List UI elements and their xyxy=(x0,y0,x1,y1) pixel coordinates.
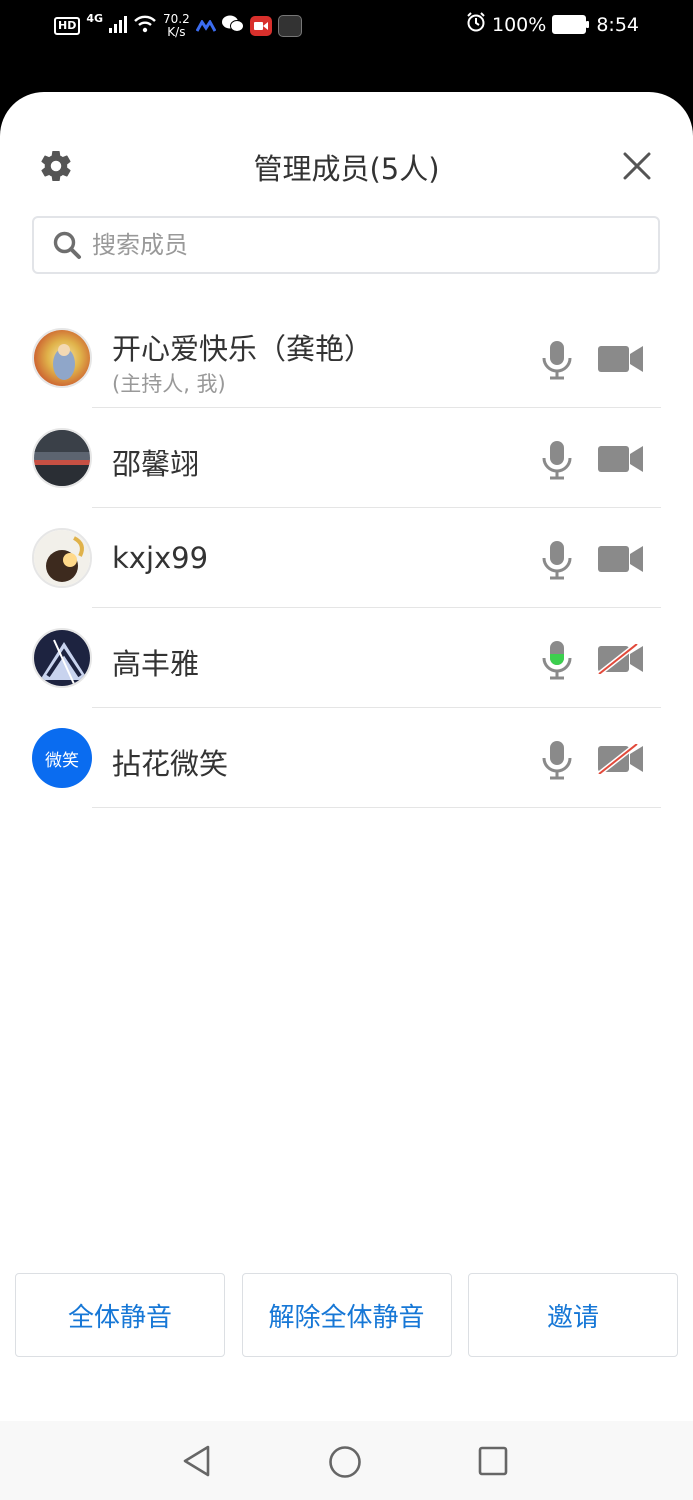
member-name: 开心爱快乐（龚艳） xyxy=(112,332,374,366)
camera-icon[interactable] xyxy=(597,544,645,574)
avatar xyxy=(32,428,92,488)
home-circle-icon[interactable] xyxy=(328,1445,362,1483)
member-name: 拈花微笑 xyxy=(112,747,229,781)
battery-percent: 100% xyxy=(492,13,547,36)
unmute-all-button[interactable]: 解除全体静音 xyxy=(241,1273,452,1357)
hd-badge: HD xyxy=(54,17,81,35)
status-left: HD 4G 70.2 K/s xyxy=(54,10,302,42)
member-name: 邵馨翊 xyxy=(112,447,200,481)
microphone-speaking-icon[interactable] xyxy=(540,640,574,680)
search-box[interactable] xyxy=(32,216,660,274)
member-row[interactable]: 微笑 拈花微笑 xyxy=(0,708,693,808)
row-divider xyxy=(92,807,661,808)
status-right: 100% 8:54 xyxy=(466,12,639,37)
member-row[interactable]: 高丰雅 xyxy=(0,608,693,708)
microphone-icon[interactable] xyxy=(540,440,574,480)
app-notification-icon xyxy=(195,15,217,37)
wechat-icon xyxy=(221,14,244,39)
microphone-icon[interactable] xyxy=(540,340,574,380)
member-row[interactable]: kxjx99 xyxy=(0,508,693,608)
back-triangle-icon[interactable] xyxy=(182,1445,212,1481)
dialog-title: 管理成员(5人) xyxy=(253,152,440,186)
camera-off-icon[interactable] xyxy=(597,742,645,776)
speed-value: 70.2 xyxy=(163,12,190,26)
close-icon[interactable] xyxy=(621,150,653,182)
manage-members-sheet: 管理成员(5人) 开心爱快乐（龚艳） (主持人, 我) xyxy=(0,92,693,1500)
microphone-icon[interactable] xyxy=(540,540,574,580)
recent-apps-square-icon[interactable] xyxy=(478,1446,508,1480)
member-role: (主持人, 我) xyxy=(112,372,226,396)
battery-icon xyxy=(552,15,590,34)
wifi-icon xyxy=(133,15,157,38)
camera-icon[interactable] xyxy=(597,444,645,474)
clock: 8:54 xyxy=(596,13,639,36)
network-type: 4G xyxy=(86,12,104,25)
avatar xyxy=(32,528,92,588)
camera-icon[interactable] xyxy=(597,344,645,374)
search-icon xyxy=(53,231,81,259)
avatar xyxy=(32,628,92,688)
signal-icon xyxy=(109,15,128,38)
avatar xyxy=(32,328,92,388)
member-list: 开心爱快乐（龚艳） (主持人, 我) 邵馨翊 kxjx99 高丰雅 微笑 拈花微… xyxy=(0,308,693,808)
microphone-icon[interactable] xyxy=(540,740,574,780)
camera-off-icon[interactable] xyxy=(597,642,645,676)
speed-unit: K/s xyxy=(167,25,186,39)
alarm-icon xyxy=(466,12,486,37)
system-nav-bar xyxy=(0,1421,693,1500)
action-bar: 全体静音 解除全体静音 邀请 xyxy=(15,1273,678,1357)
status-bar: HD 4G 70.2 K/s 100% 8:54 xyxy=(0,0,693,52)
avatar: 微笑 xyxy=(32,728,92,788)
video-app-icon xyxy=(249,16,272,36)
network-speed: 70.2 K/s xyxy=(163,13,190,39)
member-name: kxjx99 xyxy=(112,541,209,575)
invite-button[interactable]: 邀请 xyxy=(468,1273,678,1357)
member-name: 高丰雅 xyxy=(112,647,200,681)
mute-all-button[interactable]: 全体静音 xyxy=(15,1273,225,1357)
member-row[interactable]: 开心爱快乐（龚艳） (主持人, 我) xyxy=(0,308,693,408)
search-input[interactable] xyxy=(90,230,614,260)
member-row[interactable]: 邵馨翊 xyxy=(0,408,693,508)
soul-app-icon xyxy=(277,15,302,37)
